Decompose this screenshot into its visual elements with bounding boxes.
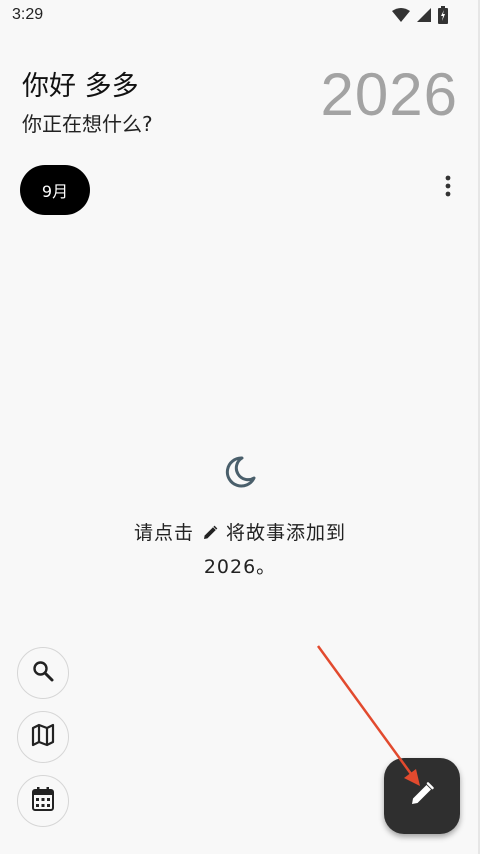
search-icon [31,659,55,687]
search-button[interactable] [17,647,69,699]
calendar-icon [31,786,55,816]
signal-icon [416,7,432,23]
empty-state-text-after: 将故事添加到 [226,522,347,544]
month-chip-label: 9月 [41,182,69,201]
wifi-icon [392,7,410,23]
greeting-subtitle: 你正在想什么? [22,112,153,136]
more-vert-icon [445,175,451,201]
status-time: 3:29 [12,6,44,23]
status-bar: 3:29 [0,0,480,34]
add-story-fab[interactable] [384,758,460,834]
status-icons [392,6,448,24]
empty-state-text-before: 请点击 [133,522,194,544]
moon-icon [222,454,258,490]
battery-icon [438,6,448,24]
map-icon [30,722,56,752]
pencil-icon [202,524,218,546]
month-chip[interactable]: 9月 [20,165,90,215]
year-display[interactable]: 2026 [321,60,458,129]
calendar-button[interactable] [17,775,69,827]
empty-state-year-text: 2026。 [203,556,277,578]
map-button[interactable] [17,711,69,763]
pencil-icon [409,781,435,811]
empty-state-message: 请点击 将故事添加到 [0,518,480,546]
app-screen: 3:29 你好 多多 你正在想什么? 2026 9月 请点击 将故事添加到 20… [0,0,480,854]
greeting-title: 你好 多多 [22,71,139,102]
more-options-button[interactable] [436,172,460,204]
